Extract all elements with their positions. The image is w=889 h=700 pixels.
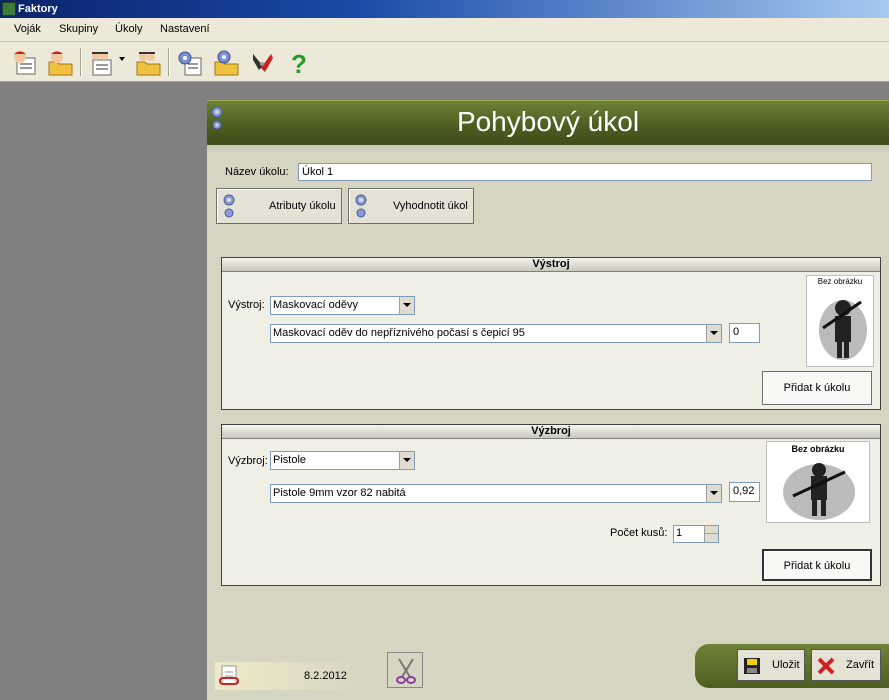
equipment-category-value: Maskovací oděvy — [273, 299, 358, 311]
svg-text:?: ? — [291, 50, 307, 76]
app-icon — [2, 2, 16, 16]
weapons-category-value: Pistole — [273, 454, 307, 466]
date-label: 8.2.2012 — [304, 670, 347, 682]
task-header: Pohybový úkol — [207, 100, 889, 145]
task-attributes-label: Atributy úkolu — [269, 200, 336, 212]
weapons-label: Výzbroj: — [228, 455, 268, 467]
evaluate-task-label: Vyhodnotit úkol — [393, 200, 468, 212]
cut-button[interactable] — [387, 652, 423, 688]
equipment-value-field[interactable]: 0 — [729, 323, 760, 343]
menu-nastaveni[interactable]: Nastavení — [160, 23, 210, 35]
soldier-placeholder-icon — [783, 463, 855, 520]
tools-icon — [253, 54, 273, 72]
app-title: Faktory — [18, 3, 58, 15]
save-label: Uložit — [772, 659, 800, 671]
task-card-icon — [178, 51, 202, 76]
add-weapon-button[interactable]: Přidat k úkolu — [762, 549, 872, 581]
app-titlebar: Faktory — [0, 0, 889, 18]
footer-action-bar: Uložit Zavřít — [695, 644, 889, 688]
add-equipment-button[interactable]: Přidat k úkolu — [762, 371, 872, 405]
help-icon: ? — [291, 50, 307, 76]
no-image-text: Bez obrázku — [791, 444, 845, 454]
count-label: Počet kusů: — [610, 527, 668, 539]
floppy-icon — [744, 658, 760, 674]
task-attributes-button[interactable]: Atributy úkolu — [216, 188, 342, 224]
chevron-down-icon[interactable] — [706, 325, 721, 342]
toolbar: ? — [0, 42, 889, 82]
weapon-image: Bez obrázku — [766, 441, 870, 523]
save-button[interactable]: Uložit — [737, 649, 805, 681]
group-folder-button[interactable] — [130, 45, 164, 79]
equipment-category-select[interactable]: Maskovací oděvy — [270, 296, 415, 315]
toolbar-separator — [168, 48, 170, 76]
weapons-item-select[interactable]: Pistole 9mm vzor 82 nabitá — [270, 484, 722, 503]
task-name-label: Název úkolu: — [225, 166, 289, 178]
chevron-down-icon[interactable] — [399, 297, 414, 314]
task-folder-button[interactable] — [208, 45, 242, 79]
equipment-label: Výstroj: — [228, 299, 265, 311]
weapons-group: Výzbroj Výzbroj: Pistole Pistole 9mm vzo… — [221, 424, 881, 586]
tools-button[interactable] — [244, 45, 278, 79]
help-button[interactable]: ? — [280, 45, 314, 79]
count-stepper[interactable]: 1 — [673, 525, 719, 543]
soldier-card-button[interactable] — [6, 45, 40, 79]
menu-skupiny[interactable]: Skupiny — [59, 23, 98, 35]
soldier-placeholder-icon — [819, 300, 867, 360]
close-icon — [817, 657, 835, 675]
weapons-value-field[interactable]: 0,92 — [729, 482, 760, 502]
add-weapon-label: Přidat k úkolu — [783, 560, 851, 572]
group-card-icon — [92, 52, 112, 76]
menu-ukoly[interactable]: Úkoly — [115, 23, 143, 35]
task-card-button[interactable] — [172, 45, 206, 79]
weapons-category-select[interactable]: Pistole — [270, 451, 415, 470]
task-name-input[interactable]: Úkol 1 — [298, 163, 872, 181]
equipment-group-title: Výstroj — [222, 258, 880, 272]
group-card-button[interactable] — [84, 45, 118, 79]
menu-bar: Voják Skupiny Úkoly Nastavení — [0, 18, 889, 42]
group-folder-icon — [136, 52, 161, 76]
scissors-icon — [396, 658, 416, 684]
page-title: Pohybový úkol — [456, 106, 640, 137]
task-folder-icon — [214, 50, 239, 76]
close-label: Zavřít — [846, 659, 875, 671]
weapons-group-title: Výzbroj — [222, 425, 880, 439]
equipment-image: Bez obrázku — [806, 275, 874, 367]
chevron-down-icon[interactable] — [119, 57, 125, 61]
no-image-text: Bez obrázku — [817, 277, 863, 286]
weapons-item-value: Pistole 9mm vzor 82 nabitá — [273, 487, 406, 499]
toolbar-separator — [80, 48, 82, 76]
chevron-up-icon[interactable] — [704, 526, 718, 534]
gear-icon — [223, 194, 235, 218]
gear-icon — [355, 194, 367, 218]
document-icon — [219, 665, 239, 685]
soldier-folder-icon — [48, 51, 73, 76]
task-window: Pohybový úkol Název úkolu: Úkol 1 Atribu… — [207, 100, 889, 700]
soldier-folder-button[interactable] — [42, 45, 76, 79]
menu-vojak[interactable]: Voják — [14, 23, 41, 35]
equipment-item-value: Maskovací oděv do nepříznivého počasí s … — [273, 327, 525, 339]
equipment-item-select[interactable]: Maskovací oděv do nepříznivého počasí s … — [270, 324, 722, 343]
header-shadow — [207, 145, 889, 153]
chevron-down-icon[interactable] — [706, 485, 721, 502]
count-value: 1 — [676, 527, 683, 539]
chevron-down-icon[interactable] — [704, 534, 718, 542]
evaluate-task-button[interactable]: Vyhodnotit úkol — [348, 188, 474, 224]
chevron-down-icon[interactable] — [399, 452, 414, 469]
soldier-card-icon — [14, 51, 36, 75]
close-button[interactable]: Zavřít — [811, 649, 881, 681]
equipment-group: Výstroj Výstroj: Maskovací oděvy Maskova… — [221, 257, 881, 410]
add-equipment-label: Přidat k úkolu — [783, 382, 851, 394]
